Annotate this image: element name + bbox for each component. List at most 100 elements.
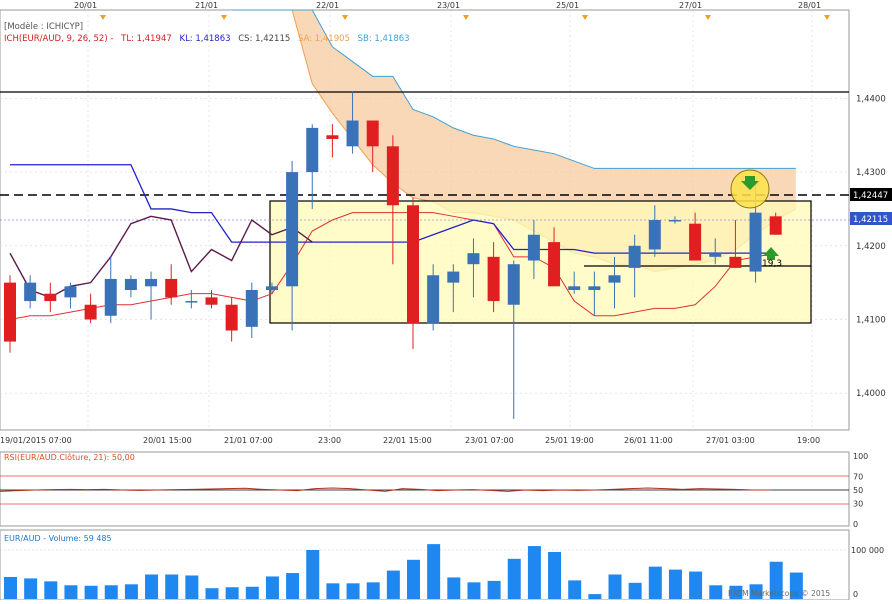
rsi-tick-label: 30 <box>853 500 863 509</box>
volume-bar <box>487 580 501 599</box>
candle-body <box>467 253 480 265</box>
fxcm-chart-window: 19,3 [Modèle : ICHICYP] ICH(EUR/AUD, 9, … <box>0 0 892 601</box>
volume-bar <box>527 546 541 599</box>
candle-body <box>668 220 681 222</box>
candle-body <box>306 127 319 173</box>
volume-bar <box>467 582 481 599</box>
rsi-tick-label: 100 <box>853 452 868 461</box>
volume-bar <box>225 587 239 599</box>
candle-body <box>64 286 77 298</box>
candle-body <box>709 253 722 257</box>
candle-body <box>145 278 158 287</box>
time-tick-label: 19/01/2015 07:00 <box>0 436 72 445</box>
time-tick-label: 23/01 07:00 <box>465 436 514 445</box>
rsi-tick-label: 50 <box>853 486 863 495</box>
chart-canvas[interactable]: 19,3 [Modèle : ICHICYP] ICH(EUR/AUD, 9, … <box>0 0 892 601</box>
volume-bar <box>507 558 521 599</box>
candle-body <box>628 245 641 268</box>
candle-body <box>769 216 782 235</box>
rsi-title: RSI(EUR/AUD.Clôture, 21): 50,00 <box>4 452 135 462</box>
candle-body <box>44 293 57 302</box>
candle-body <box>265 286 278 290</box>
volume-bar <box>145 574 159 599</box>
annotation-value: 19,3 <box>762 259 782 269</box>
candle-body <box>24 282 37 302</box>
time-tick-label: 23:00 <box>318 436 341 445</box>
volume-bar <box>24 578 38 599</box>
price-marker-black-text: 1,42447 <box>853 191 888 201</box>
price-marker-blue-text: 1,42115 <box>853 215 888 225</box>
volume-bar <box>84 585 98 599</box>
candle-body <box>487 256 500 302</box>
candle[interactable] <box>4 275 16 353</box>
rsi-tick-label: 70 <box>853 472 863 481</box>
volume-bar <box>447 577 461 599</box>
top-date-label: 25/01 <box>556 1 579 10</box>
candle-body <box>447 271 460 283</box>
volume-bar <box>689 571 703 599</box>
candle-body <box>386 146 399 206</box>
price-tick-label: 1,4200 <box>856 242 886 252</box>
candle-body <box>427 275 440 324</box>
volume-bar <box>568 580 582 599</box>
legend-tl: TL: 1,41947 <box>120 34 172 44</box>
footer-copyright: FXCM Marketscope © 2015 <box>728 589 830 598</box>
legend-sa: SA: 1,41905 <box>298 34 350 44</box>
candle-body <box>185 301 198 303</box>
legend-sb: SB: 1,41863 <box>358 34 410 44</box>
candle-body <box>588 286 601 290</box>
volume-bar <box>185 575 199 599</box>
candle-body <box>225 304 238 331</box>
volume-tick-label: 100 000 <box>851 546 884 555</box>
volume-bar <box>245 586 259 599</box>
top-date-label: 28/01 <box>798 1 821 10</box>
top-date-label: 22/01 <box>316 1 339 10</box>
volume-bar <box>648 566 662 599</box>
candle-body <box>84 304 97 320</box>
candle-body <box>326 135 339 139</box>
time-tick-label: 27/01 03:00 <box>706 436 755 445</box>
time-tick-label: 22/01 15:00 <box>383 436 432 445</box>
volume-bar <box>326 583 340 599</box>
candle-body <box>648 220 661 250</box>
legend-kl: KL: 1,41863 <box>180 34 231 44</box>
volume-bar <box>628 582 642 599</box>
candle-body <box>527 234 540 261</box>
candle-body <box>124 278 137 290</box>
top-date-label: 27/01 <box>679 1 702 10</box>
volume-bar <box>205 588 219 599</box>
candle-body <box>4 282 16 342</box>
legend-ich: ICH(EUR/AUD, 9, 26, 52) - <box>4 34 113 44</box>
price-tick-label: 1,4000 <box>856 389 886 399</box>
volume-bar <box>548 551 562 599</box>
indicator-legend: ICH(EUR/AUD, 9, 26, 52) - TL: 1,41947 KL… <box>4 34 410 44</box>
candle-body <box>689 223 702 261</box>
price-tick-label: 1,4400 <box>856 94 886 104</box>
candle-body <box>407 205 419 324</box>
candle-body <box>346 120 359 147</box>
volume-bar <box>306 550 320 599</box>
volume-title: EUR/AUD - Volume: 59 485 <box>4 534 112 543</box>
volume-bar <box>668 569 682 599</box>
candle-body <box>104 278 117 316</box>
candle-body <box>568 286 581 290</box>
volume-bar <box>588 594 602 599</box>
top-date-label: 21/01 <box>195 1 218 10</box>
volume-tick-label: 0 <box>853 590 858 599</box>
candle-body <box>749 212 762 272</box>
volume-bar <box>44 581 58 599</box>
candle-body <box>165 278 178 298</box>
time-tick-label: 25/01 19:00 <box>545 436 594 445</box>
time-tick-label: 19:00 <box>797 436 820 445</box>
candle-body <box>245 290 258 327</box>
legend-cs: CS: 1,42115 <box>238 34 290 44</box>
volume-bar <box>124 584 138 599</box>
volume-bar <box>407 559 420 599</box>
price-tick-label: 1,4300 <box>856 168 886 178</box>
candle-body <box>286 172 299 287</box>
candle-body <box>507 264 520 305</box>
rsi-tick-label: 0 <box>853 520 858 529</box>
volume-bar <box>165 574 179 599</box>
candle-body <box>548 242 561 287</box>
volume-bar <box>265 576 279 599</box>
